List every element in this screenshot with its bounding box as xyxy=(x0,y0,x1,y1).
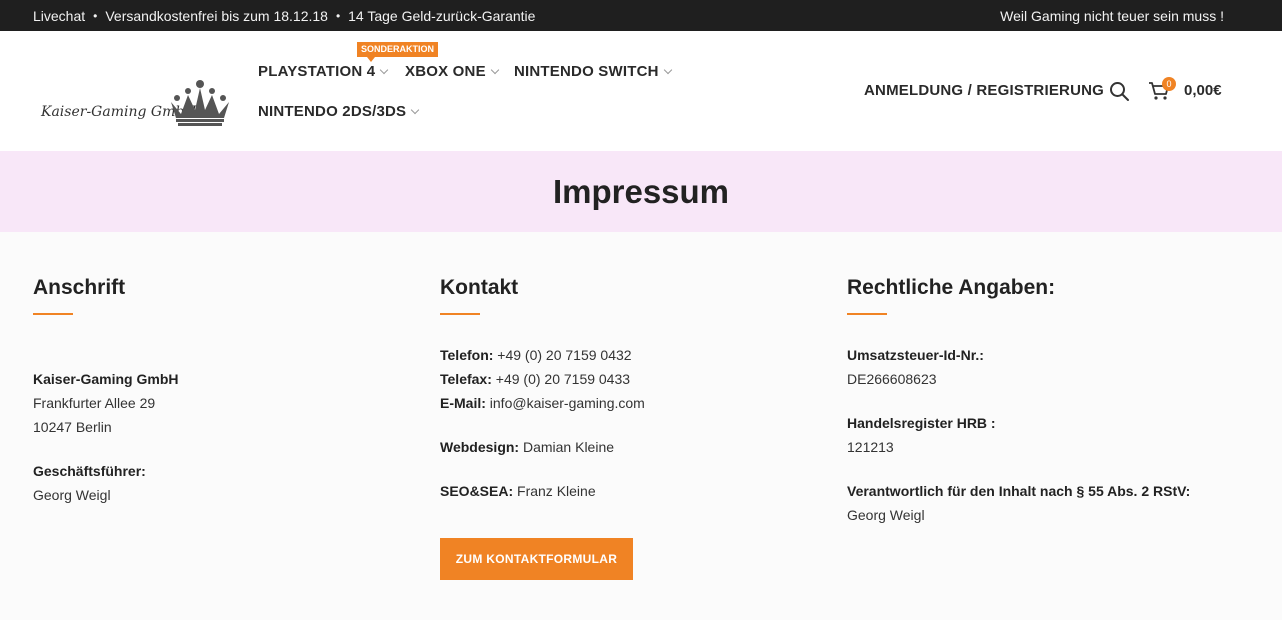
email-link[interactable]: info@kaiser-gaming.com xyxy=(490,395,645,411)
nav-label: XBOX ONE xyxy=(405,63,486,80)
webdesign-label: Webdesign: xyxy=(440,439,520,455)
cart-count-badge: 0 xyxy=(1162,77,1176,91)
hrb-label: Handelsregister HRB : xyxy=(847,415,996,431)
section-heading: Rechtliche Angaben: xyxy=(847,276,1056,299)
search-icon[interactable] xyxy=(1109,81,1130,102)
section-heading: Kontakt xyxy=(440,276,519,299)
vat-number: DE266608623 xyxy=(847,371,937,387)
responsible-name: Georg Weigl xyxy=(847,507,925,523)
vat-block: Umsatzsteuer-Id-Nr.: DE266608623 xyxy=(847,343,984,391)
responsible-label: Verantwortlich für den Inhalt nach § 55 … xyxy=(847,483,1191,499)
address-section: Anschrift Kaiser-Gaming GmbH Frankfurter… xyxy=(33,274,413,503)
livechat-link[interactable]: Livechat xyxy=(33,8,85,24)
site-header: Kaiser-Gaming GmbH SONDERAKTION PLAYSTAT… xyxy=(0,31,1282,151)
login-register-link[interactable]: ANMELDUNG / REGISTRIERUNG xyxy=(864,82,1104,99)
hrb-block: Handelsregister HRB : 121213 xyxy=(847,411,996,459)
section-heading: Anschrift xyxy=(33,276,126,299)
top-bar-info: Livechat • Versandkostenfrei bis zum 18.… xyxy=(33,0,535,31)
seo-line: SEO&SEA: Franz Kleine xyxy=(440,479,596,503)
nav-playstation-4[interactable]: PLAYSTATION 4 xyxy=(258,63,389,80)
contact-block: Telefon: +49 (0) 20 7159 0432 Telefax: +… xyxy=(440,343,645,415)
contact-section: Kontakt Telefon: +49 (0) 20 7159 0432 Te… xyxy=(440,274,820,499)
responsible-block: Verantwortlich für den Inhalt nach § 55 … xyxy=(847,479,1190,527)
seo-name: Franz Kleine xyxy=(517,483,596,499)
nav-nintendo-switch[interactable]: NINTENDO SWITCH xyxy=(514,63,672,80)
shipping-info: Versandkostenfrei bis zum 18.12.18 xyxy=(105,7,328,24)
email-label: E-Mail: xyxy=(440,395,486,411)
hrb-number: 121213 xyxy=(847,439,894,455)
guarantee-info: 14 Tage Geld-zurück-Garantie xyxy=(348,7,536,24)
address-block: Kaiser-Gaming GmbH Frankfurter Allee 29 … xyxy=(33,367,178,439)
chevron-down-icon xyxy=(490,65,500,74)
nav-xbox-one[interactable]: XBOX ONE xyxy=(405,63,500,80)
fax-label: Telefax: xyxy=(440,371,492,387)
logo[interactable]: Kaiser-Gaming GmbH xyxy=(38,78,233,128)
chevron-down-icon xyxy=(380,65,389,74)
company-name: Kaiser-Gaming GmbH xyxy=(33,371,179,387)
page-title-band: Impressum xyxy=(0,151,1282,232)
street: Frankfurter Allee 29 xyxy=(33,395,156,411)
page-title: Impressum xyxy=(552,173,730,210)
heading-underline xyxy=(440,313,480,315)
legal-section: Rechtliche Angaben: Umsatzsteuer-Id-Nr.:… xyxy=(847,274,1247,523)
webdesign-line: Webdesign: Damian Kleine xyxy=(440,435,614,459)
heading-underline xyxy=(33,313,73,315)
top-bar-tagline: Weil Gaming nicht teuer sein muss ! xyxy=(1000,7,1224,24)
phone-number[interactable]: +49 (0) 20 7159 0432 xyxy=(497,347,631,363)
crown-icon xyxy=(171,80,229,126)
chevron-down-icon xyxy=(663,65,672,74)
manager-block: Geschäftsführer: Georg Weigl xyxy=(33,459,146,507)
heading-underline xyxy=(847,313,887,315)
webdesign-name: Damian Kleine xyxy=(522,439,615,455)
nav-label: NINTENDO 2DS/3DS xyxy=(258,103,407,120)
nav-nintendo-2ds-3ds[interactable]: NINTENDO 2DS/3DS xyxy=(258,103,420,120)
nav-label: PLAYSTATION 4 xyxy=(258,63,376,80)
manager-label: Geschäftsführer: xyxy=(33,463,146,479)
manager-name: Georg Weigl xyxy=(33,487,111,503)
fax-number: +49 (0) 20 7159 0433 xyxy=(495,371,631,387)
seo-label: SEO&SEA: xyxy=(440,483,514,499)
separator-dot: • xyxy=(335,8,341,23)
contact-form-button[interactable]: ZUM KONTAKTFORMULAR xyxy=(440,538,633,580)
phone-label: Telefon: xyxy=(440,347,494,363)
separator-dot: • xyxy=(93,8,98,23)
nav-label: NINTENDO SWITCH xyxy=(514,63,659,80)
special-offer-badge: SONDERAKTION xyxy=(357,42,439,62)
chevron-down-icon xyxy=(410,105,420,114)
cart-total[interactable]: 0,00€ xyxy=(1184,82,1222,99)
city: 10247 Berlin xyxy=(33,419,112,435)
top-bar: Livechat • Versandkostenfrei bis zum 18.… xyxy=(0,0,1282,31)
vat-label: Umsatzsteuer-Id-Nr.: xyxy=(847,347,984,363)
